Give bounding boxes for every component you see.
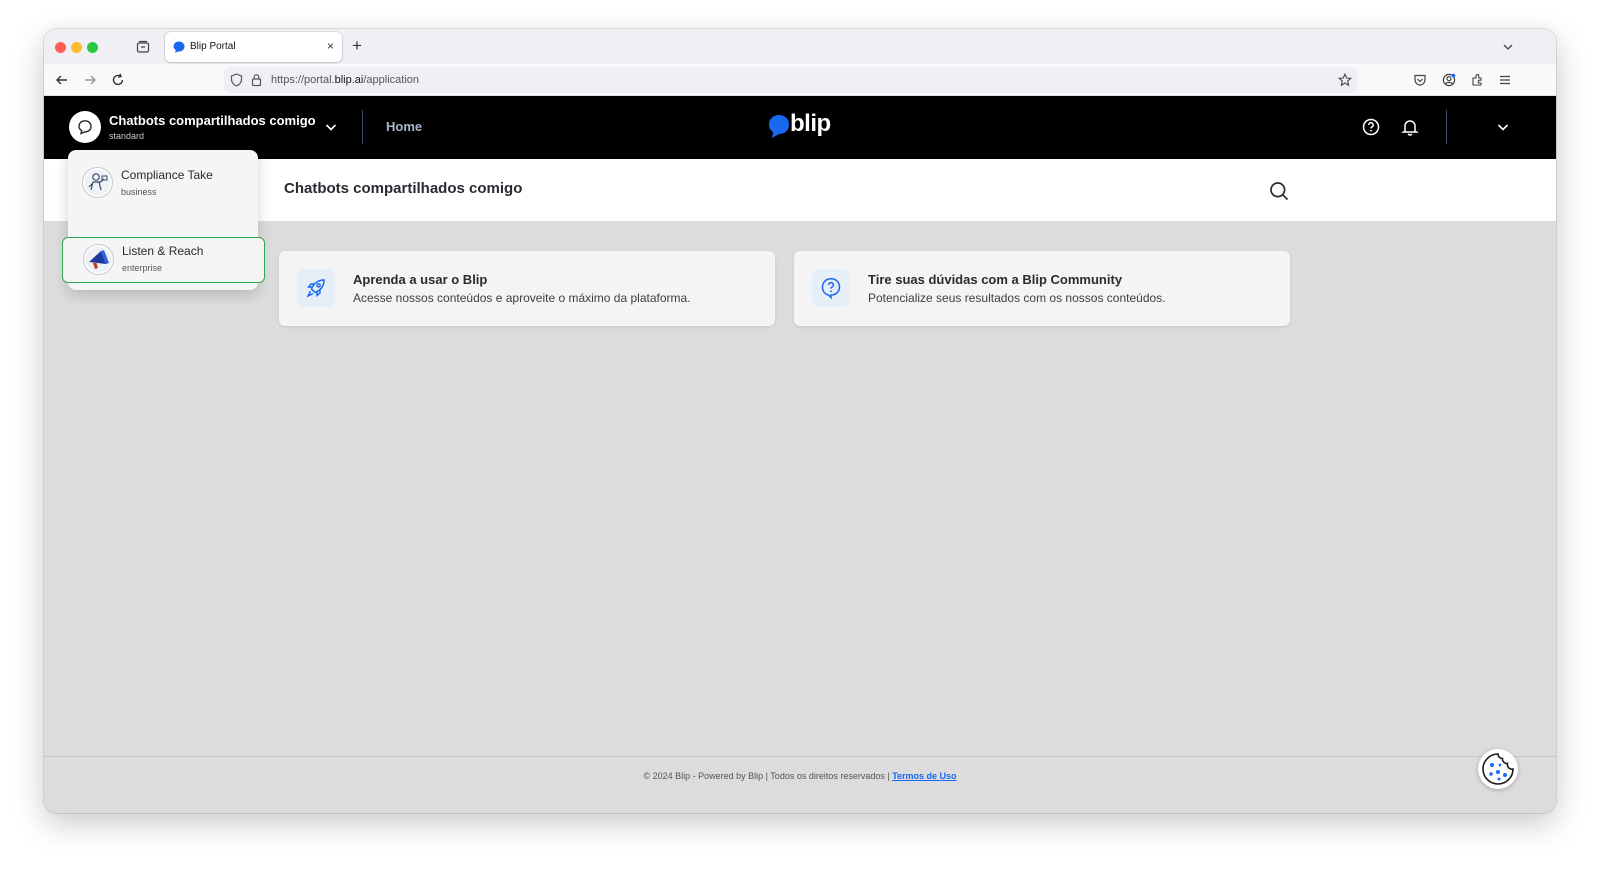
bookmark-star-icon[interactable] xyxy=(1338,73,1352,87)
card-title: Tire suas dúvidas com a Blip Community xyxy=(868,272,1123,287)
reload-icon[interactable] xyxy=(111,73,125,87)
dropdown-item-listen-reach[interactable]: Listen & Reach enterprise xyxy=(62,237,265,283)
blip-logo-icon xyxy=(769,115,789,138)
card-description: Acesse nossos conteúdos e aproveite o má… xyxy=(353,291,691,305)
search-icon[interactable] xyxy=(1269,181,1289,201)
header-divider xyxy=(362,110,363,144)
bell-icon[interactable] xyxy=(1401,118,1419,136)
tab-overview-icon[interactable] xyxy=(136,40,150,54)
cookie-settings-button[interactable] xyxy=(1478,749,1518,789)
dropdown-item-name: Compliance Take xyxy=(121,168,213,182)
chevron-down-icon[interactable] xyxy=(1502,41,1514,53)
page-header: Chatbots compartilhados comigo xyxy=(44,159,1556,221)
chevron-down-icon[interactable] xyxy=(1494,118,1512,136)
browser-tab-active[interactable]: Blip Portal × xyxy=(165,32,342,62)
url-prefix: https://portal. xyxy=(271,74,335,86)
app-header: Chatbots compartilhados comigo standard … xyxy=(44,96,1556,159)
url-domain: blip.ai xyxy=(334,74,364,86)
back-arrow-icon[interactable] xyxy=(55,73,69,87)
bot-avatar xyxy=(83,244,114,275)
megaphone-icon xyxy=(85,246,112,273)
dropdown-item-compliance-take[interactable]: Compliance Take business xyxy=(68,158,258,204)
chat-bubble-icon xyxy=(78,120,92,135)
card-icon-box xyxy=(812,269,850,307)
browser-window: Blip Portal × + https://portal.blip.ai/a… xyxy=(44,29,1556,813)
learn-blip-card[interactable]: Aprenda a usar o Blip Acesse nossos cont… xyxy=(279,251,775,326)
blip-community-card[interactable]: Tire suas dúvidas com a Blip Community P… xyxy=(794,251,1290,326)
chevron-down-icon[interactable] xyxy=(325,121,337,133)
lock-icon[interactable] xyxy=(251,73,262,87)
close-window-button[interactable] xyxy=(55,42,66,53)
cookie-icon xyxy=(1482,753,1514,785)
extensions-icon[interactable] xyxy=(1470,73,1484,87)
forward-arrow-icon[interactable] xyxy=(83,73,97,87)
terms-of-use-link[interactable]: Termos de Uso xyxy=(892,771,956,781)
dropdown-item-plan: enterprise xyxy=(122,263,163,273)
rocket-icon xyxy=(306,279,325,298)
header-divider xyxy=(1446,110,1447,144)
shield-icon[interactable] xyxy=(230,73,243,87)
help-icon[interactable] xyxy=(1362,118,1380,136)
card-icon-box xyxy=(297,269,335,307)
bot-name[interactable]: Chatbots compartilhados comigo xyxy=(109,113,316,128)
dropdown-item-plan: business xyxy=(121,187,157,197)
tab-strip: Blip Portal × + xyxy=(44,29,1556,64)
url-path: /application xyxy=(363,74,419,86)
url-bar[interactable]: https://portal.blip.ai/application xyxy=(224,67,1358,93)
account-icon[interactable] xyxy=(1442,73,1456,87)
tab-close-icon[interactable]: × xyxy=(327,40,334,52)
blip-logo[interactable]: blip xyxy=(768,110,832,142)
tab-title: Blip Portal xyxy=(190,41,236,52)
menu-icon[interactable] xyxy=(1498,73,1512,87)
card-title: Aprenda a usar o Blip xyxy=(353,272,488,287)
bot-plan: standard xyxy=(109,131,145,141)
footer-text: © 2024 Blip - Powered by Blip | Todos os… xyxy=(44,771,1556,781)
logo-text: blip xyxy=(790,110,831,137)
url-text[interactable]: https://portal.blip.ai/application xyxy=(271,74,419,86)
browser-nav-bar: https://portal.blip.ai/application xyxy=(44,64,1556,96)
footer: © 2024 Blip - Powered by Blip | Todos os… xyxy=(44,756,1556,813)
pocket-icon[interactable] xyxy=(1413,73,1427,87)
maximize-window-button[interactable] xyxy=(87,42,98,53)
footer-copyright: © 2024 Blip - Powered by Blip | Todos os… xyxy=(643,771,893,781)
question-bubble-icon xyxy=(821,278,841,300)
bot-switcher-dropdown: Compliance Take business Listen & Reach … xyxy=(62,150,265,290)
mascot-icon xyxy=(84,169,111,196)
bot-avatar[interactable] xyxy=(69,111,101,143)
new-tab-button[interactable]: + xyxy=(352,37,362,54)
blip-favicon-icon xyxy=(173,41,185,53)
card-description: Potencialize seus resultados com os noss… xyxy=(868,291,1166,305)
page-title: Chatbots compartilhados comigo xyxy=(284,180,523,197)
minimize-window-button[interactable] xyxy=(71,42,82,53)
bot-avatar xyxy=(82,167,113,198)
home-link[interactable]: Home xyxy=(386,119,422,134)
dropdown-item-name: Listen & Reach xyxy=(122,244,204,258)
